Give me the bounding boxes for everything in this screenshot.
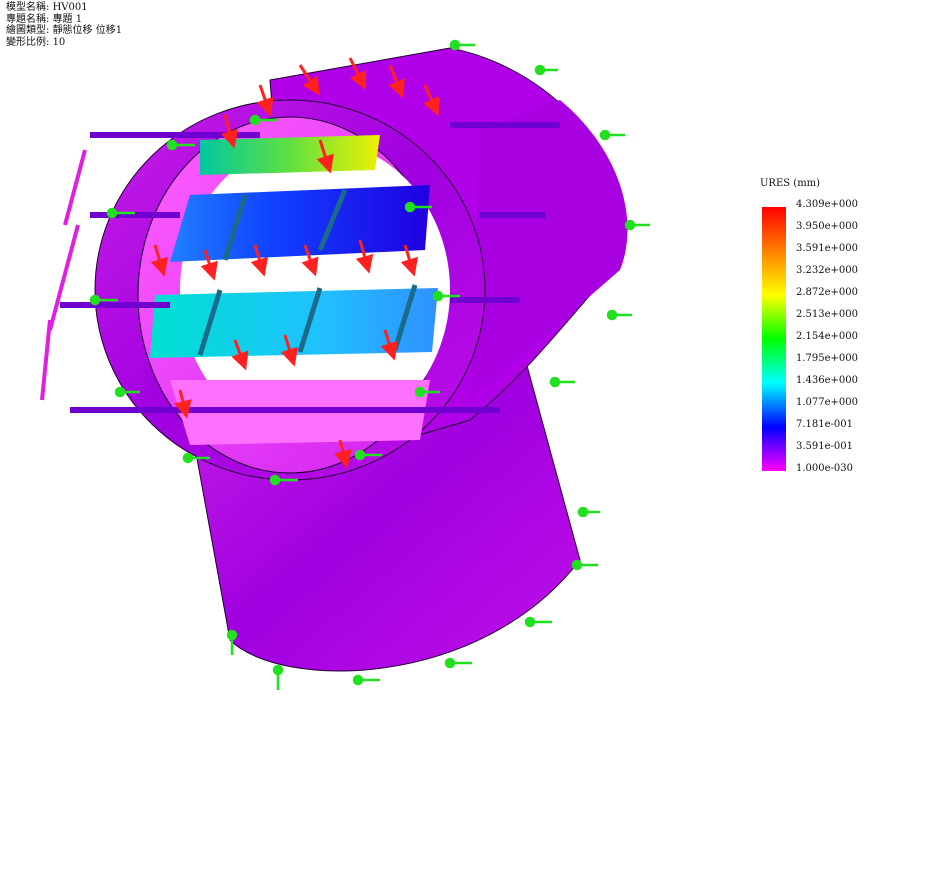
legend-tick-label: 2.872e+000 — [796, 287, 859, 298]
damper-blade-middle — [170, 185, 430, 262]
cylinder-side-face — [470, 100, 628, 400]
legend-tick-label: 1.436e+000 — [796, 375, 859, 386]
legend-tick-label: 3.232e+000 — [796, 265, 859, 276]
actuator-arms — [40, 149, 87, 401]
legend-tick-label: 1.000e-030 — [796, 463, 854, 474]
legend-tick-label: 3.591e-001 — [796, 441, 854, 452]
fea-model-viewport[interactable] — [0, 0, 740, 760]
legend-tick-label: 3.591e+000 — [796, 243, 859, 254]
legend-tick-label: 1.077e+000 — [796, 397, 859, 408]
legend-tick-label: 7.181e-001 — [796, 419, 854, 430]
legend-tick-label: 3.950e+000 — [796, 221, 859, 232]
legend-tick-label: 1.795e+000 — [796, 353, 859, 364]
legend-tick-label: 4.309e+000 — [796, 199, 859, 210]
legend-tick-label: 2.154e+000 — [796, 331, 859, 342]
legend-color-bar — [762, 207, 786, 471]
legend-title: URES (mm) — [760, 178, 821, 189]
legend-tick-label: 2.513e+000 — [796, 309, 859, 320]
damper-blade-top — [200, 135, 380, 175]
